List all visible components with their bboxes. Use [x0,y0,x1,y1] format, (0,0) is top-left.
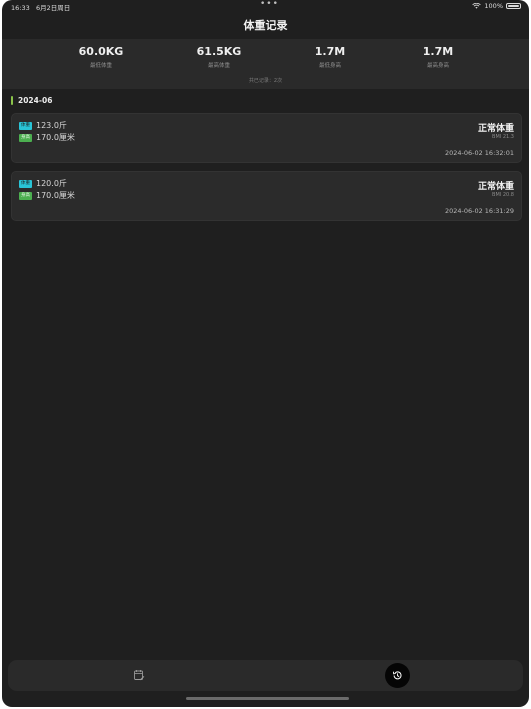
status-time: 16:33 [11,4,30,12]
status-time-date: 16:33 6月2日周日 [11,2,70,12]
battery-percent: 100% [484,2,503,10]
stat-value: 1.7M [422,45,454,58]
history-icon [393,671,402,680]
history-tab-button[interactable] [385,663,410,688]
multitasking-dots[interactable]: ••• [260,0,279,9]
height-tag: 身高 [19,133,32,142]
section-header: 2024-06 [11,96,52,105]
bmi-value: BMI 21.3 [492,134,514,140]
stat-value: 61.5KG [196,45,242,58]
weight-row: 体重 120.0斤 [19,178,67,189]
bmi-value: BMI 20.8 [492,192,514,198]
weight-tag: 体重 [19,179,32,188]
status-bar: 16:33 6月2日周日 ••• 100% [2,0,529,12]
tab-bar [8,660,523,691]
section-accent-bar [11,96,13,105]
stat-min-height: 1.7M 最低身高 [280,45,380,69]
stat-min-weight: 60.0KG 最低体重 [51,45,151,69]
record-card[interactable]: 体重 123.0斤 身高 170.0厘米 正常体重 BMI 21.3 2024-… [11,113,522,163]
stat-max-height: 1.7M 最高身高 [388,45,488,69]
weight-value: 120.0斤 [36,179,67,188]
height-tag: 身高 [19,191,32,200]
record-time: 2024-06-02 16:32:01 [444,149,514,157]
record-card[interactable]: 体重 120.0斤 身高 170.0厘米 正常体重 BMI 20.8 2024-… [11,171,522,221]
stat-label: 最高身高 [426,63,449,69]
weight-value: 123.0斤 [36,121,67,130]
calendar-edit-icon[interactable] [133,669,145,681]
wifi-icon [472,3,482,9]
stat-label: 最低体重 [89,63,112,69]
stat-value: 1.7M [314,45,346,58]
weight-row: 体重 123.0斤 [19,120,67,131]
page-title: 体重记录 [243,19,288,32]
stat-label: 最高体重 [207,63,230,69]
weight-status: 正常体重 [477,124,514,134]
battery-icon [506,3,521,9]
height-row: 身高 170.0厘米 [19,132,75,143]
stat-value: 60.0KG [78,45,124,58]
stats-panel: 60.0KG 最低体重 61.5KG 最高体重 1.7M 最低身高 1.7M 最… [2,39,529,89]
stat-max-weight: 61.5KG 最高体重 [169,45,269,69]
home-indicator [186,697,349,700]
app-screen: 16:33 6月2日周日 ••• 100% 体重记录 60.0KG 最低体重 6… [2,0,529,707]
height-value: 170.0厘米 [36,191,75,200]
section-title: 2024-06 [18,96,53,105]
record-time: 2024-06-02 16:31:29 [444,207,514,215]
height-value: 170.0厘米 [36,133,75,142]
total-records: 共已记录：2次 [248,78,283,84]
stat-label: 最低身高 [318,63,341,69]
status-right: 100% [472,2,521,10]
weight-status: 正常体重 [477,182,514,192]
status-date: 6月2日周日 [35,4,71,12]
height-row: 身高 170.0厘米 [19,190,75,201]
weight-tag: 体重 [19,121,32,130]
